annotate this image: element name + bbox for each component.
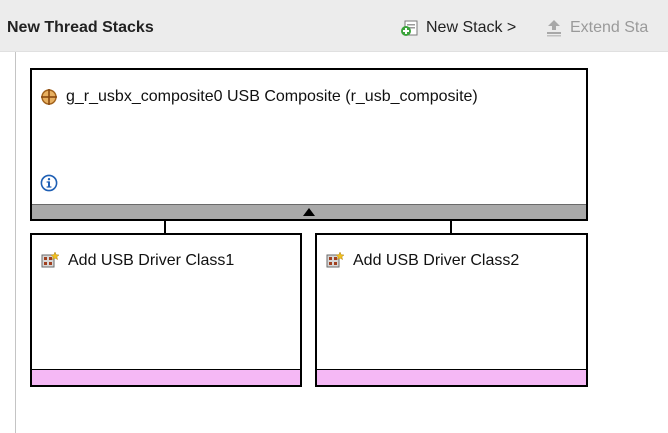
thread-stacks-view: New Thread Stacks New Stack > Extend Sta… — [0, 0, 668, 433]
extend-stack-button[interactable]: Extend Sta — [544, 17, 648, 39]
extend-stack-label: Extend Sta — [570, 19, 649, 36]
stacks-header: New Thread Stacks New Stack > Extend Sta — [0, 0, 668, 52]
extend-stack-icon — [544, 18, 564, 38]
info-icon[interactable] — [40, 174, 58, 192]
connector-line-right — [450, 221, 452, 233]
child-title-row: Add USB Driver Class1 — [40, 251, 234, 271]
collapse-arrow-icon — [303, 208, 315, 216]
module-label: g_r_usbx_composite0 USB Composite (r_usb… — [66, 88, 478, 105]
module-usbx-composite[interactable]: g_r_usbx_composite0 USB Composite (r_usb… — [30, 68, 588, 221]
new-stack-button[interactable]: New Stack > — [400, 17, 516, 39]
child-label: Add USB Driver Class1 — [68, 252, 235, 269]
child-slot-usb-driver-class1[interactable]: Add USB Driver Class1 — [30, 233, 302, 387]
child-footer-bar — [317, 369, 586, 385]
collapse-bar[interactable] — [32, 204, 586, 219]
child-footer-bar — [32, 369, 300, 385]
add-module-icon — [40, 251, 60, 271]
child-title-row: Add USB Driver Class2 — [325, 251, 519, 271]
child-label: Add USB Driver Class2 — [353, 252, 520, 269]
new-stack-icon — [400, 18, 420, 38]
new-stack-label: New Stack > — [426, 19, 517, 36]
connector-line-left — [164, 221, 166, 233]
page-title: New Thread Stacks — [7, 19, 154, 36]
child-slot-usb-driver-class2[interactable]: Add USB Driver Class2 — [315, 233, 588, 387]
module-title-row: g_r_usbx_composite0 USB Composite (r_usb… — [40, 88, 478, 106]
module-crosshair-icon — [40, 88, 58, 106]
add-module-icon — [325, 251, 345, 271]
